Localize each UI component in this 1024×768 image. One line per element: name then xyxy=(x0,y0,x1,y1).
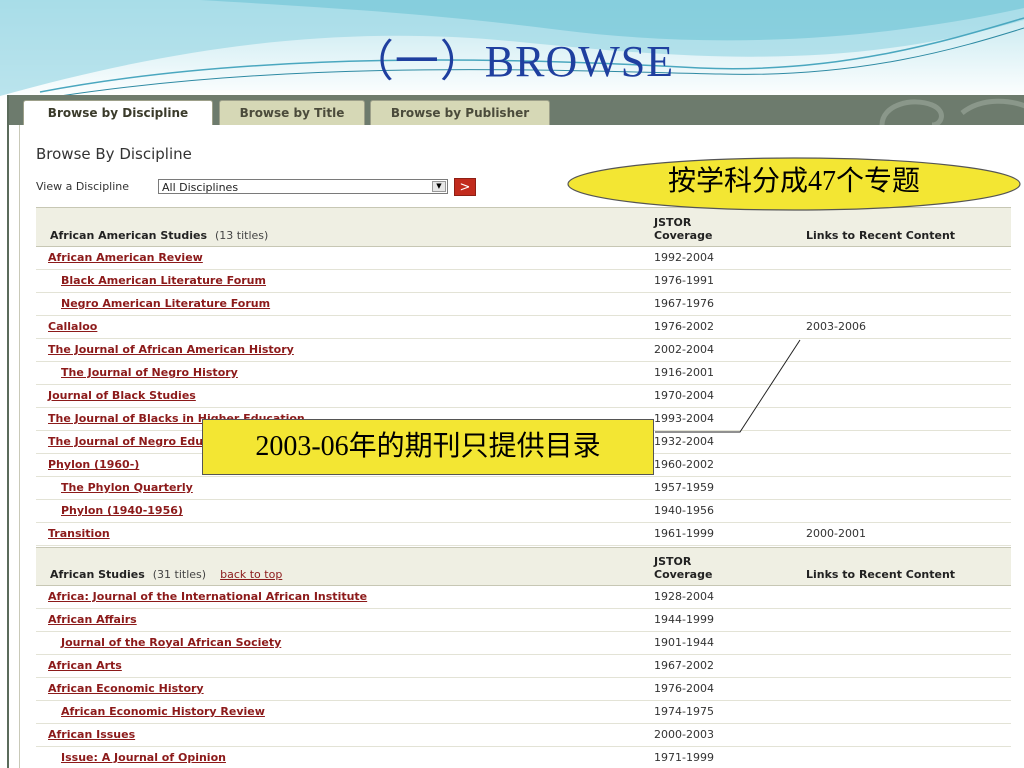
table-row: African Affairs 1944-1999 xyxy=(36,608,1011,632)
coverage-value: 1967-1976 xyxy=(654,297,714,310)
recent-content-link[interactable]: 2000-2001 xyxy=(806,527,866,540)
coverage-header-line2: Coverage xyxy=(654,568,713,581)
coverage-value: 1940-1956 xyxy=(654,504,714,517)
table-row: Journal of the Royal African Society 1901… xyxy=(36,631,1011,655)
links-column-header: Links to Recent Content xyxy=(806,229,956,242)
journal-title-link[interactable]: Negro American Literature Forum xyxy=(61,297,270,310)
discipline-select-value: All Disciplines xyxy=(162,181,239,194)
discipline-select[interactable]: All Disciplines ▼ xyxy=(158,179,448,194)
journal-title-link[interactable]: African Affairs xyxy=(48,613,137,626)
coverage-header-line2: Coverage xyxy=(654,229,713,242)
section-count: (31 titles) xyxy=(152,568,207,581)
discipline-callout-text: 按学科分成47个专题 xyxy=(667,166,920,197)
page-heading: Browse By Discipline xyxy=(36,145,192,163)
journal-title-link[interactable]: The Phylon Quarterly xyxy=(61,481,193,494)
coverage-value: 1970-2004 xyxy=(654,389,714,402)
journal-title-link[interactable]: Black American Literature Forum xyxy=(61,274,266,287)
coverage-value: 1974-1975 xyxy=(654,705,714,718)
coverage-value: 1932-2004 xyxy=(654,435,714,448)
coverage-value: 1901-1944 xyxy=(654,636,714,649)
journal-title-link[interactable]: Callaloo xyxy=(48,320,97,333)
table-row: Africa: Journal of the International Afr… xyxy=(36,585,1011,609)
view-discipline-label: View a Discipline xyxy=(36,180,130,193)
table-row: African Economic History Review 1974-1975 xyxy=(36,700,1011,724)
coverage-value: 1961-1999 xyxy=(654,527,714,540)
section-header: African American Studies (13 titles) JSTOR… xyxy=(36,207,1011,247)
coverage-value: 1928-2004 xyxy=(654,590,714,603)
table-row: Transition 1961-1999 2000-2001 xyxy=(36,522,1011,546)
table-row: African Economic History 1976-2004 xyxy=(36,677,1011,701)
links-column-header: Links to Recent Content xyxy=(806,568,956,581)
slide-title: （一）BROWSE xyxy=(349,37,675,86)
section-count: (13 titles) xyxy=(215,229,269,242)
coverage-value: 1971-1999 xyxy=(654,751,714,764)
table-row: African American Review 1992-2004 xyxy=(36,246,1011,270)
journal-title-link[interactable]: African Issues xyxy=(48,728,135,741)
table-row: Negro American Literature Forum 1967-1976 xyxy=(36,292,1011,316)
table-row: The Journal of Negro History 1916-2001 xyxy=(36,361,1011,385)
journal-title-link[interactable]: Journal of the Royal African Society xyxy=(61,636,281,649)
journal-title-link[interactable]: Phylon (1940-1956) xyxy=(61,504,183,517)
journal-title-link[interactable]: Journal of Black Studies xyxy=(48,389,196,402)
coverage-value: 2002-2004 xyxy=(654,343,714,356)
coverage-value: 1976-2004 xyxy=(654,682,714,695)
table-row: Callaloo 1976-2002 2003-2006 xyxy=(36,315,1011,339)
coverage-value: 1993-2004 xyxy=(654,412,714,425)
table-row: African Arts 1967-2002 xyxy=(36,654,1011,678)
table-row: Journal of Black Studies 1970-2004 xyxy=(36,384,1011,408)
table-row: African Issues 2000-2003 xyxy=(36,723,1011,747)
tab-browse-by-discipline[interactable]: Browse by Discipline xyxy=(23,100,213,126)
journal-title-link[interactable]: Transition xyxy=(48,527,110,540)
coverage-column-header: JSTOR Coverage xyxy=(654,555,712,581)
coverage-value: 1957-1959 xyxy=(654,481,714,494)
section-title: African American Studies xyxy=(50,229,207,242)
journal-title-link[interactable]: African Arts xyxy=(48,659,122,672)
journal-title-link[interactable]: African Economic History xyxy=(48,682,204,695)
journal-title-link[interactable]: Issue: A Journal of Opinion xyxy=(61,751,226,764)
coverage-value: 2000-2003 xyxy=(654,728,714,741)
coverage-header-line1: JSTOR xyxy=(654,555,692,568)
table-row: Phylon (1940-1956) 1940-1956 xyxy=(36,499,1011,523)
chevron-down-icon[interactable]: ▼ xyxy=(432,181,446,192)
journal-title-link[interactable]: African American Review xyxy=(48,251,203,264)
coverage-value: 1960-2002 xyxy=(654,458,714,471)
section-header: African Studies (31 titles) back to top JST… xyxy=(36,547,1011,586)
journal-title-link[interactable]: The Journal of African American History xyxy=(48,343,294,356)
coverage-value: 1916-2001 xyxy=(654,366,714,379)
tab-bar: Browse by Discipline Browse by Title Bro… xyxy=(9,95,1024,126)
coverage-value: 1944-1999 xyxy=(654,613,714,626)
journal-title-link[interactable]: African Economic History Review xyxy=(61,705,265,718)
discipline-callout: 按学科分成47个专题 xyxy=(566,156,1022,212)
go-button[interactable]: > xyxy=(454,178,476,196)
tab-browse-by-title[interactable]: Browse by Title xyxy=(219,100,365,125)
section-title: African Studies xyxy=(50,568,145,581)
recent-content-link[interactable]: 2003-2006 xyxy=(806,320,866,333)
coverage-value: 1967-2002 xyxy=(654,659,714,672)
coverage-value: 1976-1991 xyxy=(654,274,714,287)
coverage-header-line1: JSTOR xyxy=(654,216,692,229)
journal-title-link[interactable]: The Journal of Negro History xyxy=(61,366,238,379)
tab-browse-by-publisher[interactable]: Browse by Publisher xyxy=(370,100,550,125)
jstor-swirl-logo-icon xyxy=(879,98,1024,125)
table-row: Issue: A Journal of Opinion 1971-1999 xyxy=(36,746,1011,768)
table-row: The Phylon Quarterly 1957-1959 xyxy=(36,476,1011,500)
coverage-column-header: JSTOR Coverage xyxy=(654,216,712,242)
coverage-value: 1976-2002 xyxy=(654,320,714,333)
table-row: Black American Literature Forum 1976-1991 xyxy=(36,269,1011,293)
table-row: The Journal of African American History 2… xyxy=(36,338,1011,362)
back-to-top-link[interactable]: back to top xyxy=(220,568,282,581)
journal-title-link[interactable]: Phylon (1960-) xyxy=(48,458,139,471)
journal-title-link[interactable]: Africa: Journal of the International Afr… xyxy=(48,590,367,603)
recent-content-callout: 2003-06年的期刊只提供目录 xyxy=(202,419,654,475)
coverage-value: 1992-2004 xyxy=(654,251,714,264)
